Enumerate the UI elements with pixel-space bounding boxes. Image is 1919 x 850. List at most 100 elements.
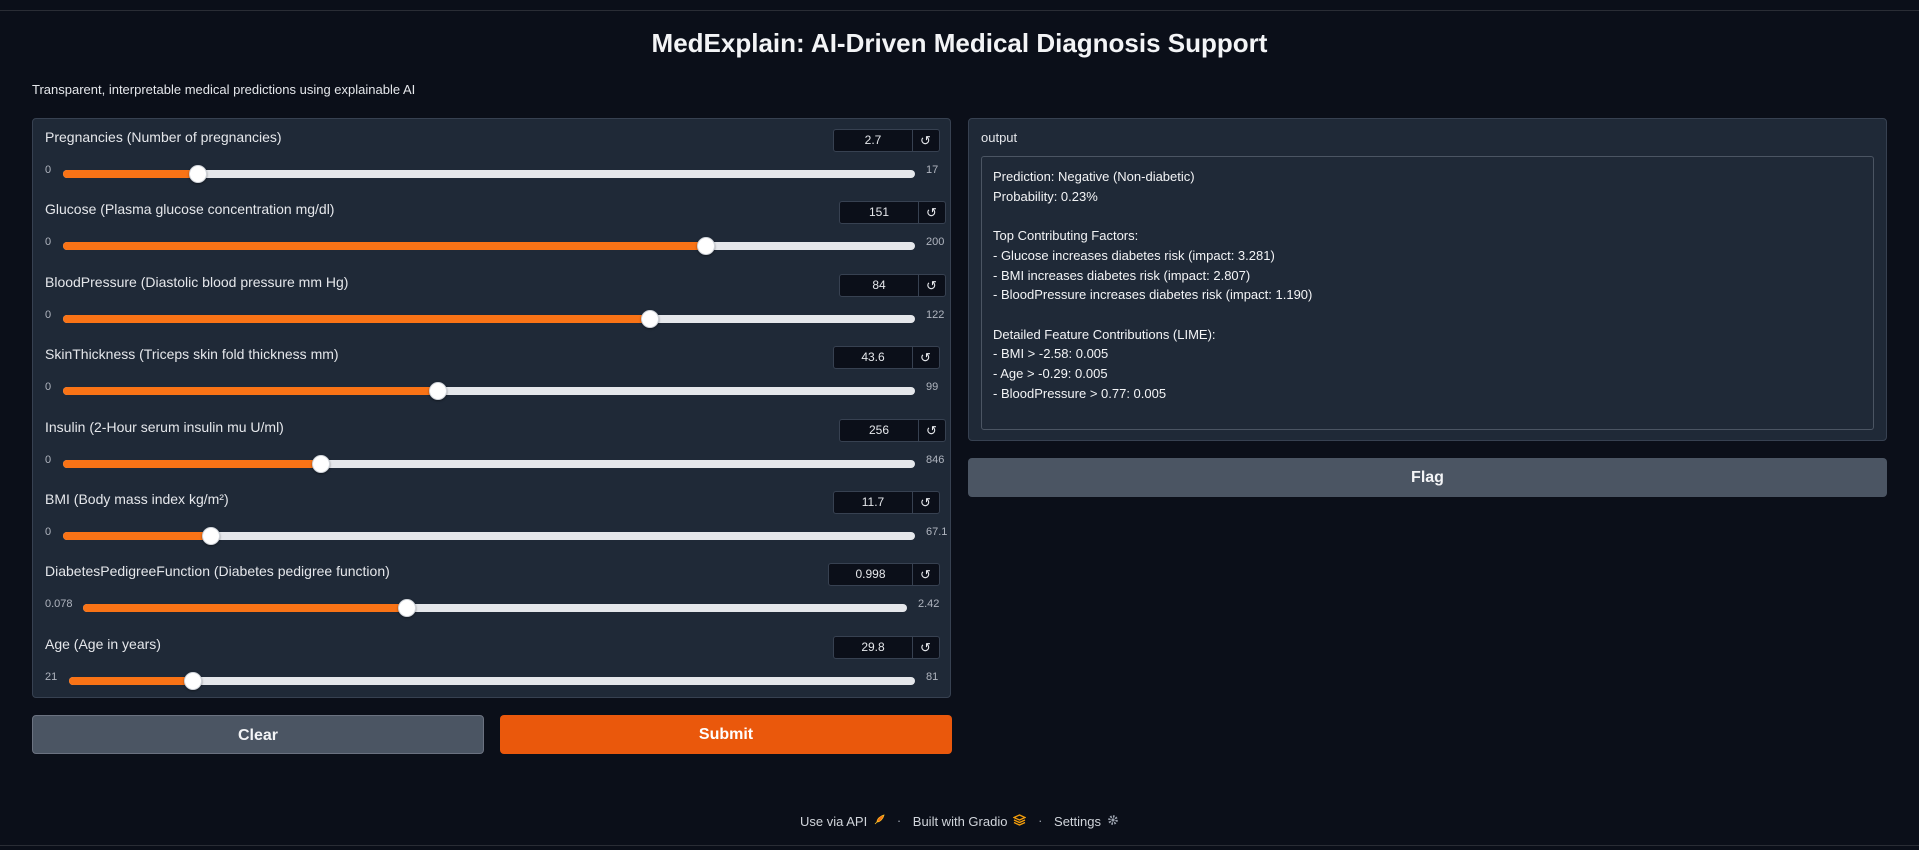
reset-icon[interactable]: ↺	[912, 492, 939, 513]
slider-fill	[63, 532, 212, 540]
slider-fill	[63, 460, 322, 468]
slider-fill	[69, 677, 194, 685]
number-input[interactable]: 2.7	[834, 130, 913, 151]
slider-max-label: 81	[926, 671, 939, 683]
slider-track[interactable]	[63, 165, 915, 183]
slider-fill	[63, 315, 651, 323]
output-label: output	[981, 130, 1018, 145]
gear-icon	[1107, 814, 1119, 829]
footer: Use via API · Built with Gradio · Settin…	[0, 812, 1919, 829]
page-description: Transparent, interpretable medical predi…	[32, 82, 416, 97]
slider-label: Glucose (Plasma glucose concentration mg…	[45, 201, 335, 217]
reset-icon[interactable]: ↺	[912, 347, 939, 368]
slider-row: Glucose (Plasma glucose concentration mg…	[33, 191, 952, 263]
number-input[interactable]: 256	[840, 420, 919, 441]
output-textbox[interactable]: Prediction: Negative (Non-diabetic) Prob…	[981, 156, 1874, 430]
slider-row: BloodPressure (Diastolic blood pressure …	[33, 264, 952, 336]
number-input[interactable]: 84	[840, 275, 919, 296]
slider-row: SkinThickness (Triceps skin fold thickne…	[33, 336, 952, 408]
slider-max-label: 99	[926, 381, 939, 393]
settings-link[interactable]: Settings	[1054, 813, 1119, 829]
slider-row: DiabetesPedigreeFunction (Diabetes pedig…	[33, 553, 952, 625]
number-input-group: 84 ↺	[839, 274, 946, 297]
footer-separator: ·	[1038, 813, 1043, 829]
slider-label: SkinThickness (Triceps skin fold thickne…	[45, 346, 339, 362]
number-input[interactable]: 0.998	[829, 564, 913, 585]
reset-icon[interactable]: ↺	[912, 637, 939, 658]
reset-icon[interactable]: ↺	[918, 202, 945, 223]
slider-track[interactable]	[63, 382, 915, 400]
slider-label: DiabetesPedigreeFunction (Diabetes pedig…	[45, 563, 390, 579]
slider-max-label: 17	[926, 164, 939, 176]
reset-icon[interactable]: ↺	[912, 564, 939, 585]
slider-min-label: 0	[45, 381, 52, 393]
slider-fill	[63, 242, 707, 250]
slider-max-label: 846	[926, 454, 945, 466]
slider-min-label: 0	[45, 164, 52, 176]
reset-icon[interactable]: ↺	[918, 420, 945, 441]
slider-min-label: 21	[45, 671, 58, 683]
inputs-panel: Pregnancies (Number of pregnancies) 2.7 ↺ 0…	[32, 118, 951, 698]
slider-max-label: 200	[926, 236, 945, 248]
slider-row: Pregnancies (Number of pregnancies) 2.7 ↺ 0…	[33, 119, 952, 191]
number-input[interactable]: 11.7	[834, 492, 913, 513]
slider-fill	[83, 604, 407, 612]
slider-row: Insulin (2-Hour serum insulin mu U/ml) 25…	[33, 409, 952, 481]
slider-track[interactable]	[63, 237, 915, 255]
number-input-group: 0.998 ↺	[828, 563, 940, 586]
slider-max-label: 67.1	[926, 526, 948, 538]
number-input-group: 256 ↺	[839, 419, 946, 442]
slider-min-label: 0	[45, 236, 52, 248]
slider-row: BMI (Body mass index kg/m²) 11.7 ↺ 0 67.1	[33, 481, 952, 553]
slider-max-label: 122	[926, 309, 945, 321]
slider-label: Pregnancies (Number of pregnancies)	[45, 129, 282, 145]
slider-min-label: 0	[45, 309, 52, 321]
number-input-group: 11.7 ↺	[833, 491, 940, 514]
number-input-group: 43.6 ↺	[833, 346, 940, 369]
bottom-divider	[0, 845, 1919, 846]
slider-label: Insulin (2-Hour serum insulin mu U/ml)	[45, 419, 284, 435]
flag-button[interactable]: Flag	[968, 458, 1887, 497]
number-input[interactable]: 29.8	[834, 637, 913, 658]
slider-thumb[interactable]	[202, 527, 221, 545]
slider-label: Age (Age in years)	[45, 636, 161, 652]
built-with-gradio-link[interactable]: Built with Gradio	[913, 813, 1028, 829]
footer-separator: ·	[896, 813, 902, 829]
slider-track[interactable]	[63, 527, 915, 545]
slider-max-label: 2.42	[918, 598, 940, 610]
slider-thumb[interactable]	[189, 165, 208, 183]
number-input-group: 151 ↺	[839, 201, 946, 224]
slider-thumb[interactable]	[641, 310, 660, 328]
number-input[interactable]: 151	[840, 202, 919, 223]
reset-icon[interactable]: ↺	[912, 130, 939, 151]
use-via-api-link[interactable]: Use via API	[800, 813, 885, 829]
slider-track[interactable]	[63, 310, 915, 328]
slider-thumb[interactable]	[697, 237, 716, 255]
slider-track[interactable]	[83, 599, 907, 617]
slider-label: BMI (Body mass index kg/m²)	[45, 491, 229, 507]
slider-thumb[interactable]	[428, 382, 447, 400]
reset-icon[interactable]: ↺	[918, 275, 945, 296]
slider-track[interactable]	[63, 455, 915, 473]
slider-thumb[interactable]	[312, 455, 331, 473]
clear-button[interactable]: Clear	[32, 715, 484, 754]
slider-thumb[interactable]	[184, 672, 203, 690]
number-input[interactable]: 43.6	[834, 347, 913, 368]
page-title: MedExplain: AI-Driven Medical Diagnosis …	[651, 28, 1268, 58]
number-input-group: 2.7 ↺	[833, 129, 940, 152]
rocket-icon	[873, 814, 885, 829]
slider-min-label: 0.078	[45, 598, 73, 610]
slider-label: BloodPressure (Diastolic blood pressure …	[45, 274, 349, 290]
slider-fill	[63, 170, 199, 178]
top-divider	[0, 10, 1919, 11]
slider-min-label: 0	[45, 454, 52, 466]
slider-min-label: 0	[45, 526, 52, 538]
output-panel: output Prediction: Negative (Non-diabeti…	[968, 118, 1887, 441]
submit-button[interactable]: Submit	[500, 715, 952, 754]
slider-fill	[63, 387, 438, 395]
slider-thumb[interactable]	[397, 599, 416, 617]
slider-row: Age (Age in years) 29.8 ↺ 21 81	[33, 626, 952, 698]
number-input-group: 29.8 ↺	[833, 636, 940, 659]
gradio-logo-icon	[1012, 813, 1028, 829]
slider-track[interactable]	[69, 672, 915, 690]
